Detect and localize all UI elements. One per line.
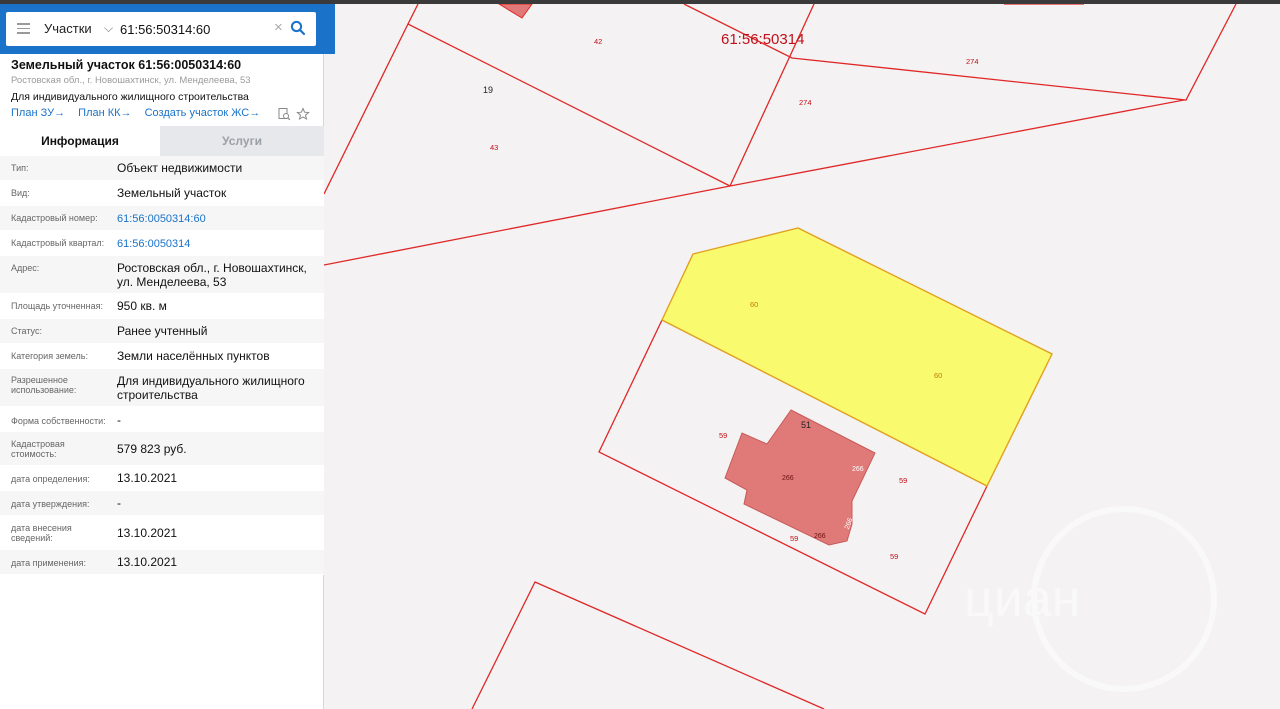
info-label: Кадастровая стоимость:: [11, 439, 65, 459]
parcel-number-label: 60: [750, 300, 758, 309]
info-value: Земли населённых пунктов: [117, 349, 270, 363]
house-number-label: 51: [801, 420, 811, 430]
watermark-text: циан: [964, 570, 1080, 628]
search-box: Участки ⌵ ×: [6, 12, 316, 46]
info-value: 13.10.2021: [117, 471, 178, 485]
info-panel: Участки ⌵ × Земельный участок 61:56:0050…: [0, 4, 335, 709]
info-value: Объект недвижимости: [117, 161, 243, 175]
info-label: Кадастровый номер:: [11, 213, 98, 223]
tab-information[interactable]: Информация: [0, 126, 160, 156]
tab-services[interactable]: Услуги: [160, 126, 324, 156]
plan-kk-link[interactable]: План КК→: [78, 107, 131, 119]
cadastral-quarter-link[interactable]: 61:56:0050314: [117, 237, 317, 251]
info-row: Кадастровая стоимость: 579 823 руб.: [0, 432, 324, 466]
create-parcel-link[interactable]: Создать участок ЖС→: [145, 107, 261, 119]
parcel-number-label: 274: [799, 98, 812, 107]
document-search-icon[interactable]: [277, 107, 291, 121]
info-label: дата утверждения:: [11, 499, 90, 509]
info-label: Вид:: [11, 188, 30, 198]
parcel-number-label: 42: [594, 37, 602, 46]
parcel-use: Для индивидуального жилищного строительс…: [11, 91, 249, 103]
info-value: 950 кв. м: [117, 299, 167, 313]
building-number-label: 266: [814, 533, 826, 540]
info-label: Категория земель:: [11, 351, 88, 361]
search-input[interactable]: [120, 19, 275, 39]
info-label: дата определения:: [11, 474, 90, 484]
info-label: Форма собственности:: [11, 416, 106, 426]
info-label: Адрес:: [11, 263, 40, 273]
info-row: Категория земель: Земли населённых пункт…: [0, 344, 324, 369]
parcel-number-label: 59: [899, 476, 907, 485]
info-row: Тип: Объект недвижимости: [0, 156, 324, 181]
parcel-address: Ростовская обл., г. Новошахтинск, ул. Ме…: [11, 75, 251, 86]
close-icon[interactable]: ×: [274, 19, 283, 36]
chevron-down-icon[interactable]: ⌵: [104, 21, 113, 36]
parcel-header: Земельный участок 61:56:0050314:60 Росто…: [11, 58, 316, 103]
info-label: Статус:: [11, 326, 42, 336]
parcel-number-label: 274: [966, 57, 979, 66]
info-value: 13.10.2021: [117, 555, 178, 569]
info-value: 13.10.2021: [117, 526, 178, 540]
quarter-label: 61:56:50314: [721, 31, 804, 48]
parcel-number-label: 59: [890, 552, 898, 561]
layer-select[interactable]: Участки: [44, 21, 92, 36]
info-row: Вид: Земельный участок: [0, 181, 324, 206]
building-number-label: 266: [852, 466, 864, 473]
parcel-number-label: 60: [934, 371, 942, 380]
info-label: Площадь уточненная:: [11, 301, 103, 311]
cadastral-map[interactable]: циан 61:56:50314 42 274 274 19 43 60 60 …: [324, 4, 1280, 709]
info-label: Кадастровый квартал:: [11, 238, 105, 248]
info-value: Ранее учтенный: [117, 324, 208, 338]
parcel-links: План ЗУ→ План КК→ Создать участок ЖС→: [11, 107, 316, 123]
cadastral-number-link[interactable]: 61:56:0050314:60: [117, 212, 317, 226]
info-value: Земельный участок: [117, 186, 227, 200]
info-row: Статус: Ранее учтенный: [0, 319, 324, 344]
info-value: Ростовская обл., г. Новошахтинск, ул. Ме…: [117, 261, 307, 289]
info-row: Форма собственности: -: [0, 407, 324, 432]
info-label: дата внесения сведений:: [11, 523, 72, 543]
parcel-title: Земельный участок 61:56:0050314:60: [11, 58, 242, 72]
info-value: Для индивидуального жилищного строительс…: [117, 374, 305, 402]
info-row: дата внесения сведений: 13.10.2021: [0, 516, 324, 550]
info-row: Кадастровый номер: 61:56:0050314:60: [0, 206, 324, 231]
tabs: Информация Услуги: [0, 126, 324, 156]
info-value: -: [117, 413, 121, 427]
building-number-label: 266: [782, 475, 794, 482]
info-label: дата применения:: [11, 558, 87, 568]
info-label: Тип:: [11, 163, 29, 173]
house-number-label: 19: [483, 85, 493, 95]
info-row: Разрешенное использование: Для индивидуа…: [0, 369, 324, 407]
info-value: 579 823 руб.: [117, 442, 187, 456]
plan-zu-link[interactable]: План ЗУ→: [11, 107, 65, 119]
parcel-number-label: 43: [490, 143, 498, 152]
menu-icon[interactable]: [17, 23, 30, 34]
info-table: Тип: Объект недвижимости Вид: Земельный …: [0, 156, 324, 575]
info-value: -: [117, 496, 121, 510]
parcel-number-label: 59: [790, 534, 798, 543]
parcel-number-label: 59: [719, 431, 727, 440]
info-label: Разрешенное использование:: [11, 375, 77, 395]
star-icon[interactable]: [296, 107, 310, 121]
info-row: Кадастровый квартал: 61:56:0050314: [0, 231, 324, 256]
info-row: дата применения: 13.10.2021: [0, 550, 324, 575]
info-row: Площадь уточненная: 950 кв. м: [0, 294, 324, 319]
info-row: Адрес: Ростовская обл., г. Новошахтинск,…: [0, 256, 324, 294]
info-row: дата утверждения: -: [0, 491, 324, 516]
info-row: дата определения: 13.10.2021: [0, 466, 324, 491]
search-bar: Участки ⌵ ×: [0, 4, 335, 54]
search-icon[interactable]: [290, 20, 306, 36]
window-top-bar: [0, 0, 1280, 4]
